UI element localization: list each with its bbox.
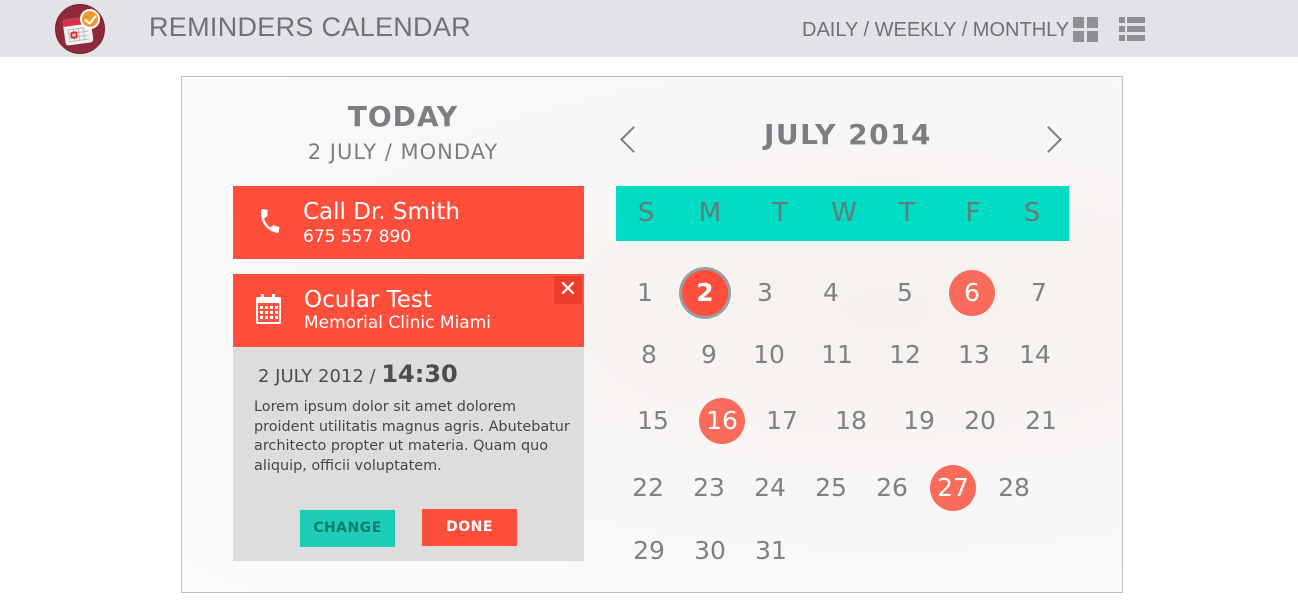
- reminder-subtitle: 675 557 890: [303, 227, 412, 247]
- calendar-day[interactable]: 17: [759, 398, 805, 444]
- calendar-day[interactable]: 24: [747, 465, 793, 511]
- app-logo-icon[interactable]: [55, 4, 105, 54]
- calendar-day[interactable]: 20: [957, 398, 1003, 444]
- weekday-label: S: [637, 198, 655, 228]
- view-mode-links[interactable]: DAILY / WEEKLY / MONTHLY: [802, 19, 1069, 42]
- calendar-day[interactable]: 5: [882, 270, 928, 316]
- app-title: REMINDERS CALENDAR: [149, 12, 471, 42]
- weekday-label: F: [965, 198, 981, 228]
- calendar-day[interactable]: 19: [896, 398, 942, 444]
- calendar-day[interactable]: 18: [828, 398, 874, 444]
- prev-month-icon[interactable]: [616, 123, 636, 155]
- phone-icon: [255, 207, 285, 237]
- calendar-day[interactable]: 26: [869, 465, 915, 511]
- reminder-card-ocular[interactable]: Ocular Test Memorial Clinic Miami: [233, 274, 584, 347]
- calendar-day[interactable]: 9: [686, 332, 732, 378]
- calendar-day[interactable]: 21: [1018, 398, 1064, 444]
- calendar-day[interactable]: 22: [625, 465, 671, 511]
- calendar-day[interactable]: 1: [622, 270, 668, 316]
- calendar-day[interactable]: 25: [808, 465, 854, 511]
- calendar-day[interactable]: 23: [686, 465, 732, 511]
- done-button[interactable]: DONE: [422, 509, 517, 546]
- weekday-label: W: [831, 198, 857, 228]
- reminder-subtitle: Memorial Clinic Miami: [304, 313, 491, 333]
- weekday-label: T: [772, 198, 788, 228]
- calendar-day[interactable]: 15: [630, 398, 676, 444]
- today-heading: TODAY: [347, 100, 459, 133]
- calendar-day[interactable]: 10: [746, 332, 792, 378]
- detail-date: 2 JULY 2012 /: [258, 366, 376, 387]
- change-button[interactable]: CHANGE: [300, 510, 395, 547]
- calendar-day[interactable]: 3: [742, 270, 788, 316]
- calendar-day[interactable]: 13: [951, 332, 997, 378]
- calendar-day[interactable]: 28: [991, 465, 1037, 511]
- weekday-label: S: [1023, 198, 1041, 228]
- reminder-card-call[interactable]: Call Dr. Smith 675 557 890: [233, 186, 584, 259]
- calendar-day[interactable]: 8: [626, 332, 672, 378]
- today-date: 2 JULY / MONDAY: [307, 140, 499, 164]
- calendar-day[interactable]: 31: [748, 528, 794, 574]
- list-view-icon[interactable]: [1119, 17, 1145, 41]
- calendar-day[interactable]: 29: [626, 528, 672, 574]
- calendar-day[interactable]: 16: [699, 398, 745, 444]
- calendar-icon: [256, 294, 281, 324]
- calendar-day[interactable]: 12: [882, 332, 928, 378]
- calendar-day[interactable]: 7: [1016, 270, 1062, 316]
- next-month-icon[interactable]: [1045, 123, 1065, 155]
- detail-description: Lorem ipsum dolor sit amet dolorem proid…: [254, 399, 570, 474]
- calendar-day[interactable]: 6: [949, 270, 995, 316]
- reminder-title: Call Dr. Smith: [303, 199, 460, 225]
- close-button[interactable]: ✕: [554, 276, 582, 304]
- calendar-day[interactable]: 2: [682, 270, 728, 316]
- checkmark-icon: [80, 9, 100, 29]
- weekday-label: T: [899, 198, 915, 228]
- top-bar: REMINDERS CALENDAR DAILY / WEEKLY / MONT…: [0, 0, 1298, 57]
- month-title: JULY 2014: [763, 118, 933, 151]
- detail-datetime: 2 JULY 2012 / 14:30: [258, 360, 458, 388]
- calendar-day[interactable]: 14: [1012, 332, 1058, 378]
- calendar-day[interactable]: 30: [687, 528, 733, 574]
- calendar-day[interactable]: 4: [808, 270, 854, 316]
- calendar-day[interactable]: 11: [814, 332, 860, 378]
- weekday-label: M: [698, 198, 722, 228]
- calendar-day[interactable]: 27: [930, 465, 976, 511]
- weekday-header: S M T W T F S: [616, 186, 1069, 241]
- grid-view-icon[interactable]: [1073, 17, 1098, 42]
- reminder-detail: 2 JULY 2012 / 14:30 Lorem ipsum dolor si…: [233, 347, 584, 561]
- reminder-title: Ocular Test: [304, 287, 432, 313]
- detail-time: 14:30: [381, 360, 458, 388]
